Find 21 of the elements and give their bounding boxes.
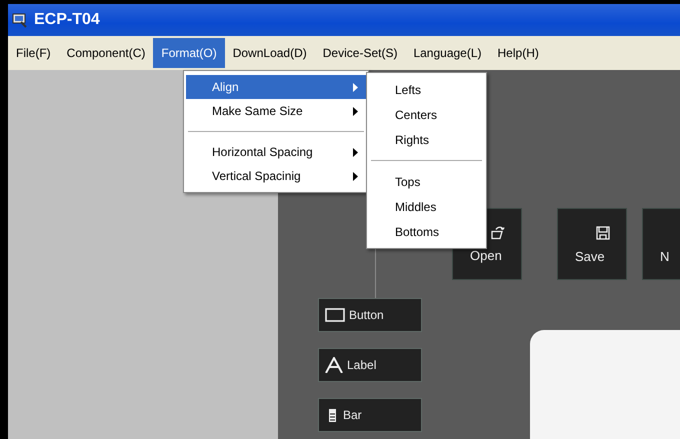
menu-option[interactable]: Tops xyxy=(369,169,484,194)
menu-item[interactable]: Device-Set(S) xyxy=(314,38,406,68)
menu-item[interactable]: Language(L) xyxy=(405,38,490,68)
menu-option[interactable]: Rights xyxy=(369,127,484,152)
menu-option[interactable]: Horizontal Spacing xyxy=(186,140,366,164)
component-button[interactable]: Button xyxy=(318,298,422,332)
menu-item[interactable]: Help(H) xyxy=(490,38,547,68)
menu-option[interactable]: Vertical Spacinig xyxy=(186,164,366,188)
menu-item[interactable]: File(F) xyxy=(8,38,59,68)
menu-option[interactable]: Centers xyxy=(369,102,484,127)
menu-item[interactable]: DownLoad(D) xyxy=(224,38,315,68)
window-title: ECP-T04 xyxy=(34,11,100,29)
menu-option[interactable]: Lefts xyxy=(369,77,484,102)
toolbar-button[interactable]: Save xyxy=(557,208,627,280)
menu-item[interactable]: Format(O) xyxy=(153,38,225,68)
menu-option[interactable]: Align xyxy=(186,75,366,99)
component-button[interactable]: Label xyxy=(318,348,422,382)
menu-option[interactable]: Make Same Size xyxy=(186,99,366,123)
component-button[interactable]: Bar xyxy=(318,398,422,432)
menu-item[interactable]: Component(C) xyxy=(58,38,154,68)
toolbar-button[interactable]: N xyxy=(642,208,680,280)
